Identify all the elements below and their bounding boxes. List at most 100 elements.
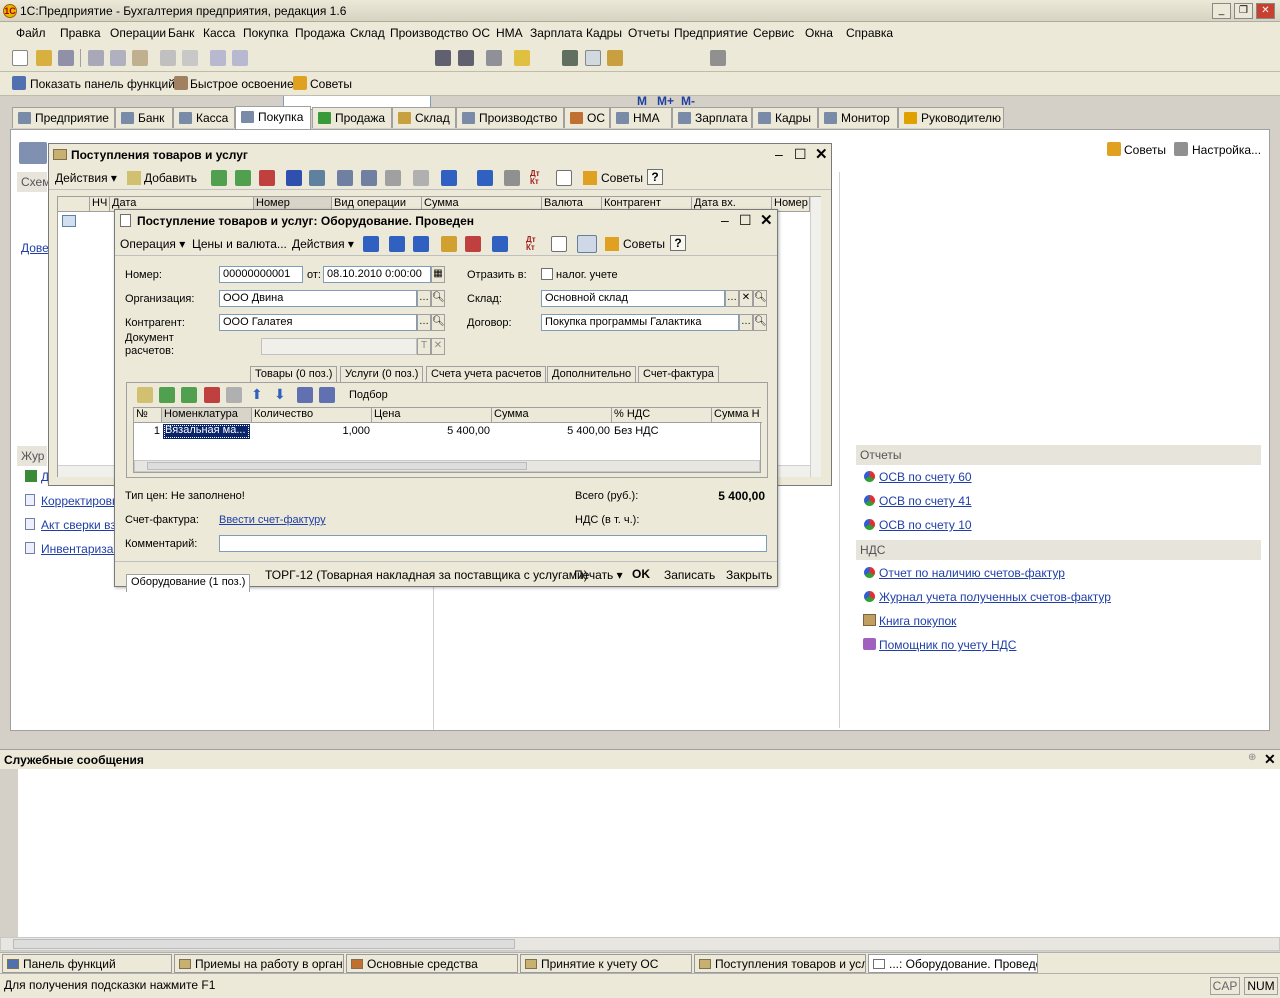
doc-actions-menu[interactable]: Действия ▾: [292, 237, 354, 251]
list-minimize-button[interactable]: –: [775, 146, 783, 162]
report-icon[interactable]: [551, 236, 567, 252]
menu-warehouse[interactable]: Склад: [350, 26, 385, 40]
tax-accounting-checkbox[interactable]: [541, 268, 553, 280]
org-search-button[interactable]: 🔍︎: [431, 290, 445, 307]
calendar-button[interactable]: ▦: [431, 266, 445, 283]
warehouse-search-button[interactable]: 🔍︎: [753, 290, 767, 307]
partner-search-button[interactable]: 🔍︎: [431, 314, 445, 331]
restore-button[interactable]: ❐: [1234, 3, 1253, 19]
subtab-goods[interactable]: Товары (0 поз.): [250, 366, 338, 382]
pin-icon[interactable]: ⊕: [1248, 752, 1256, 763]
menu-edit[interactable]: Правка: [60, 26, 101, 40]
menu-reports[interactable]: Отчеты: [628, 26, 669, 40]
vat-link-2[interactable]: Журнал учета полученных счетов-фактур: [879, 590, 1111, 604]
menu-windows[interactable]: Окна: [805, 26, 833, 40]
row-price[interactable]: 5 400,00: [372, 425, 490, 437]
tab-nma[interactable]: НМА: [610, 107, 672, 128]
tab-purchase[interactable]: Покупка: [235, 106, 311, 129]
contract-search-button[interactable]: 🔍︎: [753, 314, 767, 331]
edit-row-icon[interactable]: [181, 387, 197, 403]
quick-learn-button[interactable]: Быстрое освоение: [190, 77, 294, 91]
save-button[interactable]: Записать: [664, 568, 715, 582]
vat-link-4[interactable]: Помощник по учету НДС: [879, 638, 1016, 652]
menu-purchase[interactable]: Покупка: [243, 26, 288, 40]
print-icon[interactable]: [504, 170, 520, 186]
col-price[interactable]: Цена: [372, 408, 492, 423]
settlement-type-button[interactable]: T: [417, 338, 431, 355]
calendar-icon[interactable]: [585, 50, 601, 66]
menu-personnel[interactable]: Кадры: [586, 26, 622, 40]
save-icon[interactable]: [58, 50, 74, 66]
tab-cash[interactable]: Касса: [173, 107, 235, 128]
structure-icon[interactable]: [577, 235, 597, 253]
add-row-icon[interactable]: [137, 387, 153, 403]
report-osv41[interactable]: ОСВ по счету 41: [879, 494, 972, 508]
dt-kt-icon[interactable]: Дт Кт: [526, 236, 536, 252]
refresh-icon[interactable]: [477, 170, 493, 186]
equipment-grid[interactable]: № Номенклатура Количество Цена Сумма % Н…: [133, 407, 762, 473]
list-vscroll[interactable]: [810, 197, 821, 477]
minimize-button[interactable]: _: [1212, 3, 1231, 19]
col-vat-rate[interactable]: % НДС: [612, 408, 712, 423]
torg12-button[interactable]: ТОРГ-12 (Товарная накладная за поставщик…: [265, 568, 588, 582]
edit-row-icon[interactable]: [235, 170, 251, 186]
col-nomenclature[interactable]: Номенклатура: [162, 408, 252, 423]
task-function-panel[interactable]: Панель функций: [2, 954, 172, 973]
tab-sales[interactable]: Продажа: [312, 107, 392, 128]
warehouse-select-button[interactable]: …: [725, 290, 739, 307]
col-sum[interactable]: Сумма: [492, 408, 612, 423]
org-field[interactable]: ООО Двина: [219, 290, 417, 307]
messages-close-button[interactable]: ✕: [1264, 751, 1276, 768]
task-document[interactable]: ...: Оборудование. Проведен: [868, 954, 1038, 973]
task-os-acceptance[interactable]: Принятие к учету ОС: [520, 954, 692, 973]
col-quantity[interactable]: Количество: [252, 408, 372, 423]
col-n[interactable]: №: [134, 408, 162, 423]
number-field[interactable]: 00000000001: [219, 266, 303, 283]
post-icon[interactable]: [441, 170, 457, 186]
enter-invoice-link[interactable]: Ввести счет-фактуру: [219, 514, 326, 526]
sort-desc-icon[interactable]: [319, 387, 335, 403]
tab-personnel[interactable]: Кадры: [752, 107, 818, 128]
row-vat-rate[interactable]: Без НДС: [614, 425, 710, 437]
report-icon[interactable]: [556, 170, 572, 186]
menu-file[interactable]: Файл: [16, 26, 46, 40]
interval-icon[interactable]: [286, 170, 302, 186]
goto-icon[interactable]: [389, 236, 405, 252]
open-icon[interactable]: [36, 50, 52, 66]
menu-enterprise[interactable]: Предприятие: [674, 26, 748, 40]
menu-service[interactable]: Сервис: [753, 26, 794, 40]
left-link-proxy[interactable]: Дове: [21, 241, 49, 255]
tab-enterprise[interactable]: Предприятие: [12, 107, 115, 128]
preview-icon[interactable]: [182, 50, 198, 66]
doc-minimize-button[interactable]: –: [721, 212, 729, 228]
memory-plus-icon[interactable]: M+: [657, 94, 674, 108]
warehouse-clear-button[interactable]: ✕: [739, 290, 753, 307]
left-link-3[interactable]: Инвентаризац: [41, 542, 120, 556]
pick-button[interactable]: Подбор: [349, 389, 388, 401]
paste-icon[interactable]: [132, 50, 148, 66]
left-link-2[interactable]: Акт сверки вз: [41, 518, 116, 532]
list-add-button[interactable]: Добавить: [144, 171, 197, 185]
report-osv60[interactable]: ОСВ по счету 60: [879, 470, 972, 484]
subtab-invoice[interactable]: Счет-фактура: [638, 366, 719, 382]
sort-asc-icon[interactable]: [297, 387, 313, 403]
delete-row-icon[interactable]: [259, 170, 275, 186]
move-up-icon[interactable]: ⬆: [251, 386, 263, 403]
main-settings-link[interactable]: Настройка...: [1192, 143, 1261, 157]
tab-bank[interactable]: Банк: [115, 107, 173, 128]
find-next-icon[interactable]: [458, 50, 474, 66]
show-panel-button[interactable]: Показать панель функций: [30, 77, 175, 91]
ok-button[interactable]: OK: [632, 567, 650, 581]
menu-production[interactable]: Производство: [390, 26, 468, 40]
task-purchases[interactable]: Поступления товаров и услуг: [694, 954, 866, 973]
messages-hscroll[interactable]: [0, 937, 1280, 951]
search-icon[interactable]: [309, 170, 325, 186]
tab-production[interactable]: Производство: [456, 107, 564, 128]
print-menu[interactable]: Печать ▾: [574, 568, 623, 582]
filter-icon[interactable]: [337, 170, 353, 186]
warehouse-field[interactable]: Основной склад: [541, 290, 725, 307]
find-icon[interactable]: [435, 50, 451, 66]
date-field[interactable]: 08.10.2010 0:00:00: [323, 266, 431, 283]
partner-select-button[interactable]: …: [417, 314, 431, 331]
org-select-button[interactable]: …: [417, 290, 431, 307]
